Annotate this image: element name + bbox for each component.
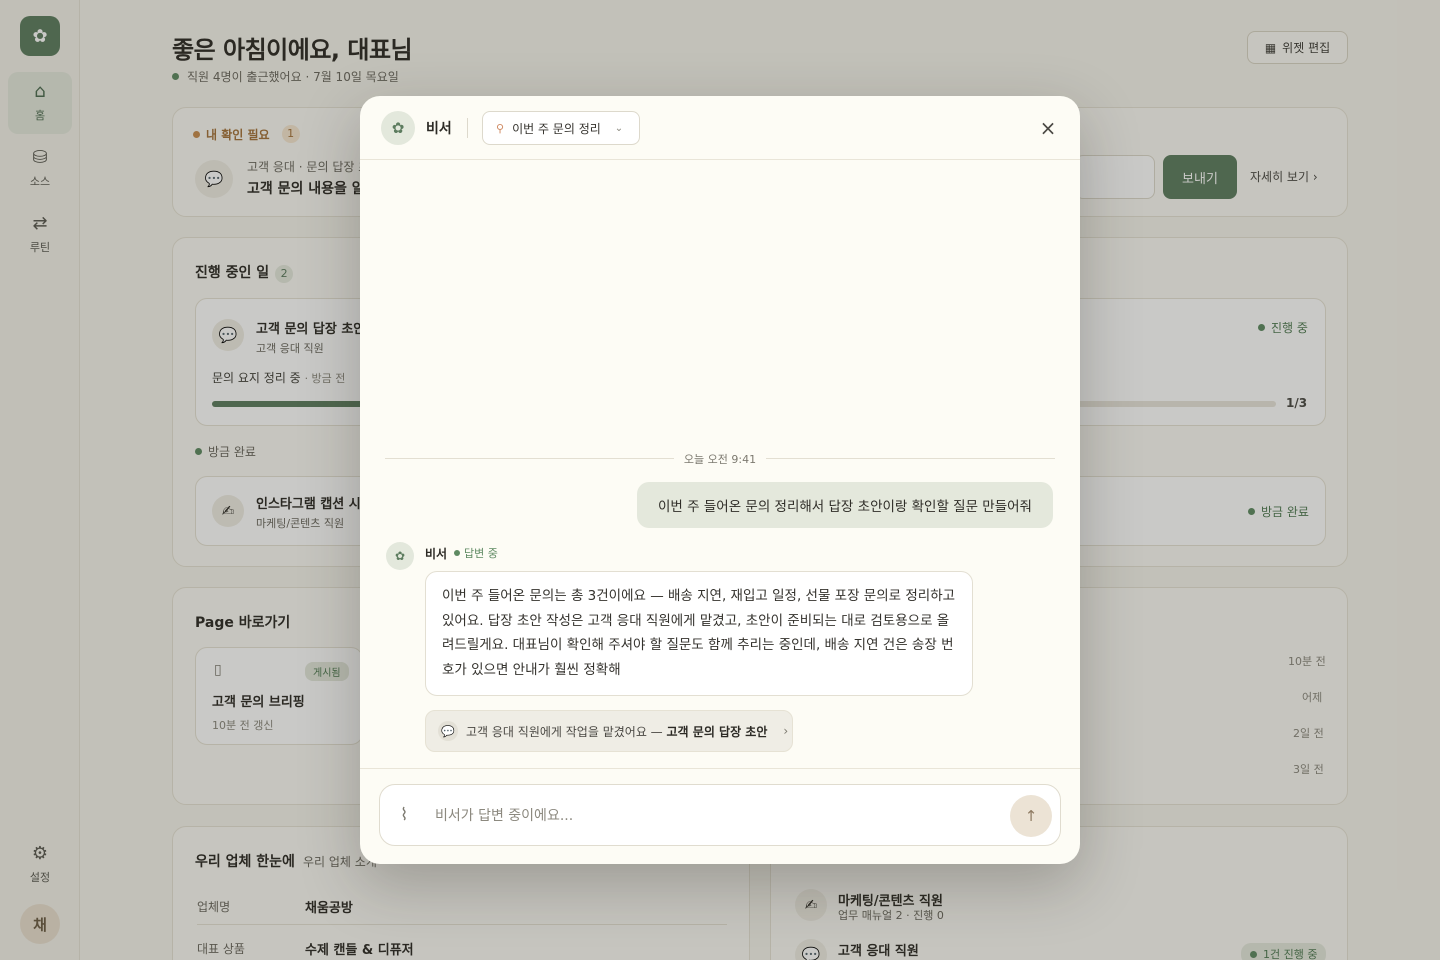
modal-header: ✿ 비서 ⚲ 이번 주 문의 정리 ⌄ × (360, 96, 1080, 160)
assistant-message: 이번 주 들어온 문의는 총 3건이에요 — 배송 지연, 재입고 일정, 선물… (425, 571, 973, 696)
topic-select[interactable]: ⚲ 이번 주 문의 정리 ⌄ (482, 111, 640, 145)
header-divider (467, 118, 468, 138)
time-divider-label: 오늘 오전 9:41 (385, 451, 1055, 467)
handoff-target: 고객 문의 답장 초안 (666, 724, 768, 739)
user-message: 이번 주 들어온 문의 정리해서 답장 초안이랑 확인할 질문 만들어줘 (637, 482, 1053, 528)
handoff-card[interactable]: 💬 고객 응대 직원에게 작업을 맡겼어요 — 고객 문의 답장 초안 › (425, 710, 793, 752)
status-dot-icon (454, 550, 460, 556)
chevron-down-icon: ⌄ (614, 122, 624, 134)
bot-status: 답변 중 (454, 545, 498, 561)
assistant-name: 비서 (426, 121, 452, 137)
handoff-prefix: 고객 응대 직원에게 작업을 맡겼어요 — (466, 724, 663, 739)
time-divider-text: 오늘 오전 9:41 (673, 453, 767, 466)
paperclip-icon[interactable]: ⌇ (400, 805, 408, 825)
bot-name: 비서 (425, 547, 448, 561)
sprout-icon: ✿ (386, 542, 414, 570)
close-icon[interactable]: × (1036, 116, 1060, 140)
sprout-icon: ✿ (381, 111, 415, 145)
message-input[interactable] (435, 803, 995, 829)
chevron-right-icon: › (783, 724, 789, 738)
message-composer: ⌇ ↑ (379, 784, 1061, 846)
send-arrow-icon[interactable]: ↑ (1010, 795, 1052, 837)
speech-bubble-icon: 💬 (438, 721, 458, 741)
topic-label: 이번 주 문의 정리 (512, 121, 601, 136)
modal-footer: ⌇ ↑ (360, 768, 1080, 864)
bot-status-label: 답변 중 (464, 547, 498, 560)
pin-icon: ⚲ (496, 121, 505, 135)
handoff-text: 고객 응대 직원에게 작업을 맡겼어요 — 고객 문의 답장 초안 (466, 723, 767, 740)
assistant-chat-modal: ✿ 비서 ⚲ 이번 주 문의 정리 ⌄ × 오늘 오전 9:41 이번 주 들어… (360, 96, 1080, 864)
time-divider: 오늘 오전 9:41 (385, 448, 1055, 468)
